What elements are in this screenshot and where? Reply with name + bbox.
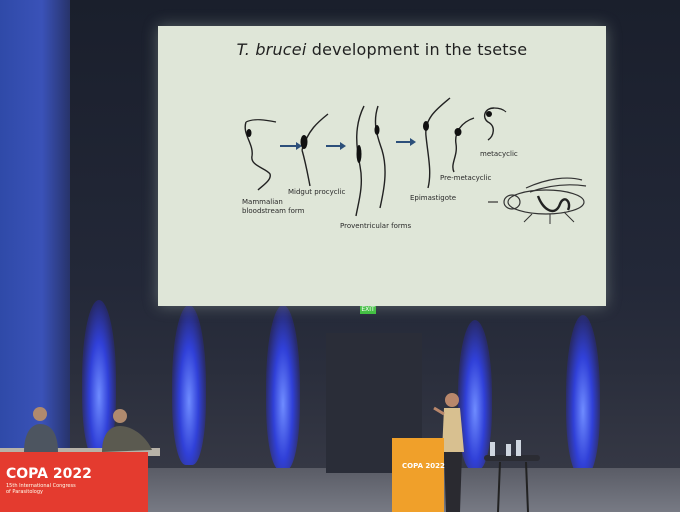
banner-title: COPA 2022 — [6, 466, 92, 482]
label-proventricular: Proventricular forms — [340, 222, 412, 230]
tsetse-fly-drawing — [488, 177, 587, 224]
podium — [392, 438, 444, 512]
label-epimastigote: Epimastigote — [410, 194, 457, 202]
left-wall — [0, 0, 70, 470]
water-bottles — [490, 440, 529, 512]
label-premetacyclic: Pre-metacyclic — [440, 174, 492, 182]
conference-scene: EXIT T. brucei development in the tsetse — [0, 0, 680, 512]
podium-logo-text: COPA 2022 — [402, 462, 445, 470]
label-mammalian: Mammalian bloodstream form — [242, 198, 305, 215]
stage-light — [266, 305, 300, 470]
premetacyclic-trypanosome — [452, 117, 475, 173]
label-midgut: Midgut procyclic — [288, 188, 346, 196]
stage-light — [566, 315, 600, 475]
banner-subtitle: 15th International Congress of Parasitol… — [6, 483, 76, 495]
exit-sign: EXIT — [360, 305, 376, 314]
procyclic-trypanosome — [301, 113, 329, 187]
stage-light — [172, 305, 206, 465]
life-cycle-diagram — [244, 97, 587, 224]
panel-table-banner — [0, 452, 148, 512]
seated-panelists — [24, 407, 152, 452]
projection-screen: T. brucei development in the tsetse Mamm… — [158, 26, 606, 306]
proventricular-trypanosome — [374, 105, 386, 209]
label-metacyclic: metacyclic — [480, 150, 518, 158]
